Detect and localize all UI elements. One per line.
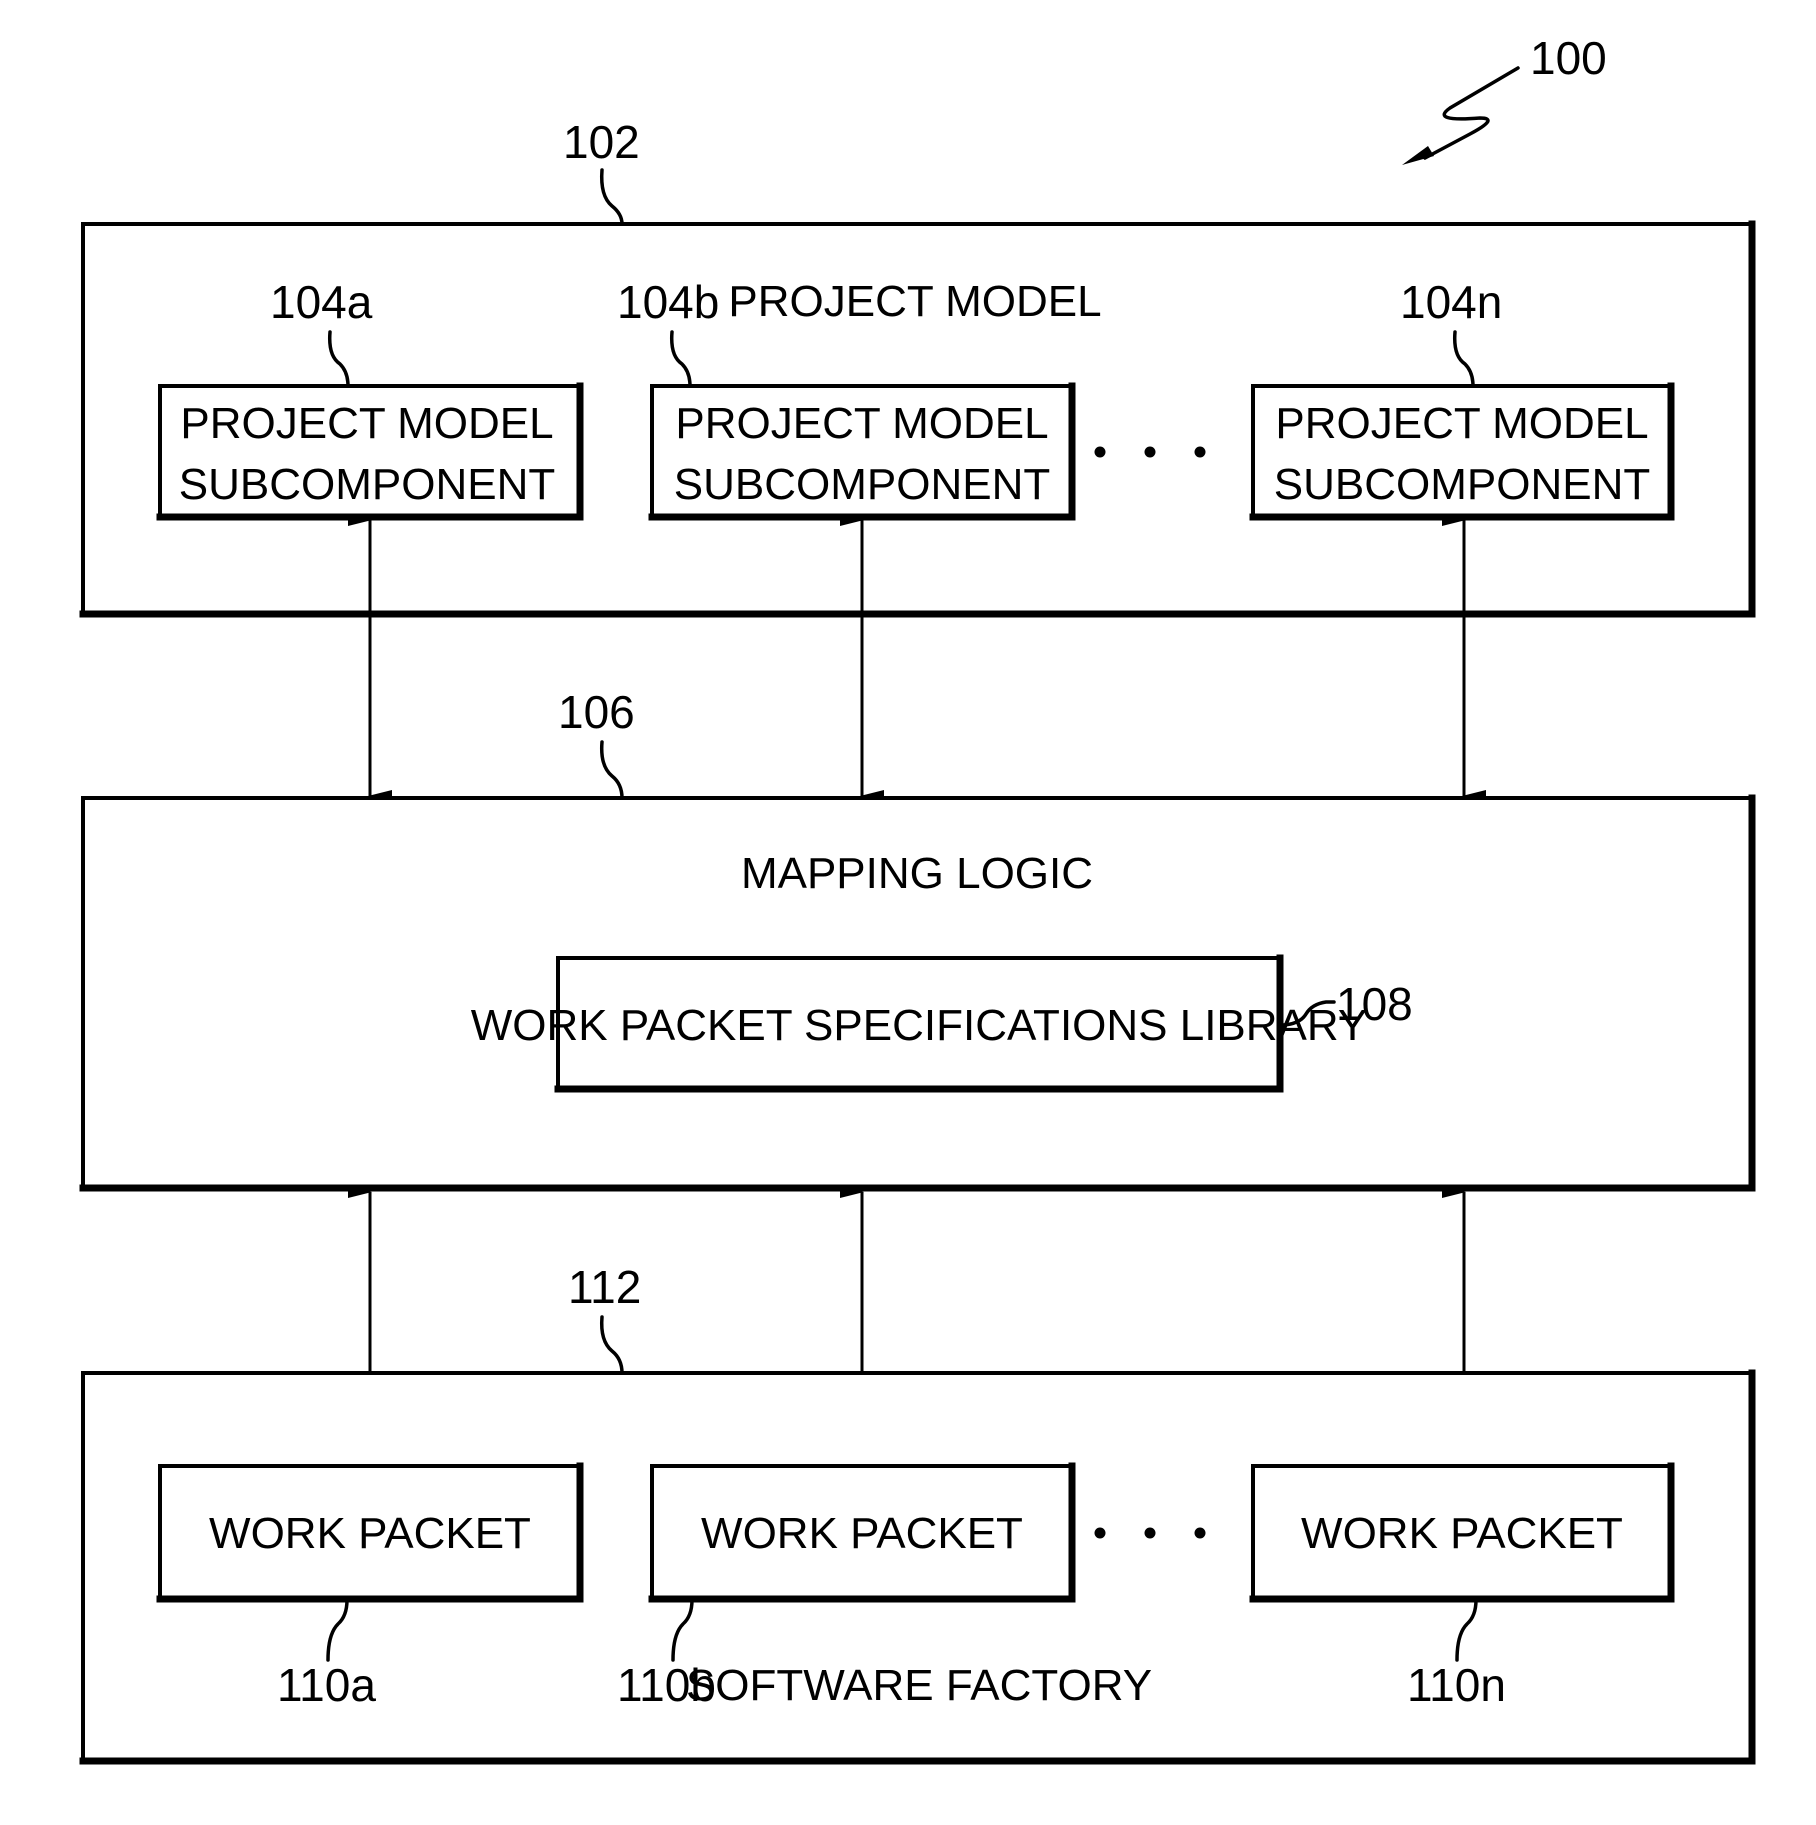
mapping-logic-ref: 106 xyxy=(558,686,635,738)
subcomponent-line2: SUBCOMPONENT xyxy=(674,460,1050,509)
ellipsis-dot xyxy=(1144,446,1156,458)
software-factory-ref: 112 xyxy=(568,1261,641,1313)
subcomponent-line2: SUBCOMPONENT xyxy=(1274,460,1650,509)
subcomponent-line2: SUBCOMPONENT xyxy=(179,460,555,509)
ellipsis-dot xyxy=(1194,1527,1206,1539)
block-diagram: 100 102 PROJECT MODEL PROJECT MODEL SUBC… xyxy=(79,32,1756,1765)
work-packet-label: WORK PACKET xyxy=(209,1509,531,1558)
mapping-logic-leader xyxy=(599,740,624,800)
mapping-logic-title: MAPPING LOGIC xyxy=(741,849,1093,898)
project-model-title: PROJECT MODEL xyxy=(728,277,1101,326)
project-model-leader xyxy=(599,168,624,226)
figure-ref-label: 100 xyxy=(1530,32,1607,84)
figure-ref-zigzag-arrow xyxy=(1423,66,1520,160)
ellipsis-dot xyxy=(1094,446,1106,458)
subcomponent-line1: PROJECT MODEL xyxy=(1275,399,1648,448)
ellipsis-dot xyxy=(1094,1527,1106,1539)
ellipsis-dot xyxy=(1144,1527,1156,1539)
work-packet-ref: 110a xyxy=(277,1659,376,1711)
project-model-container: 102 PROJECT MODEL PROJECT MODEL SUBCOMPO… xyxy=(79,116,1756,618)
software-factory-container: 112 WORK PACKET 110a WORK PACKET 110b SO… xyxy=(79,1261,1756,1765)
work-packet-ref: 110n xyxy=(1407,1659,1506,1711)
project-model-ref: 102 xyxy=(563,116,640,168)
subcomponent-ref: 104n xyxy=(1400,276,1502,328)
library-label: WORK PACKET SPECIFICATIONS LIBRARY xyxy=(471,1001,1367,1050)
subcomponent-line1: PROJECT MODEL xyxy=(180,399,553,448)
work-packet-label: WORK PACKET xyxy=(1301,1509,1623,1558)
software-factory-leader xyxy=(599,1315,624,1375)
ellipsis-dot xyxy=(1194,446,1206,458)
figure-ref-arrowhead-icon xyxy=(1402,146,1434,165)
mapping-logic-container: 106 MAPPING LOGIC WORK PACKET SPECIFICAT… xyxy=(79,686,1756,1192)
subcomponent-ref: 104a xyxy=(270,276,373,328)
subcomponent-line1: PROJECT MODEL xyxy=(675,399,1048,448)
figure-reference: 100 xyxy=(1402,32,1607,165)
software-factory-title: SOFTWARE FACTORY xyxy=(686,1661,1152,1710)
subcomponent-ref: 104b xyxy=(617,276,719,328)
work-packet-specifications-library[interactable]: WORK PACKET SPECIFICATIONS LIBRARY 108 xyxy=(471,954,1413,1093)
work-packet-label: WORK PACKET xyxy=(701,1509,1023,1558)
library-ref: 108 xyxy=(1336,978,1413,1030)
